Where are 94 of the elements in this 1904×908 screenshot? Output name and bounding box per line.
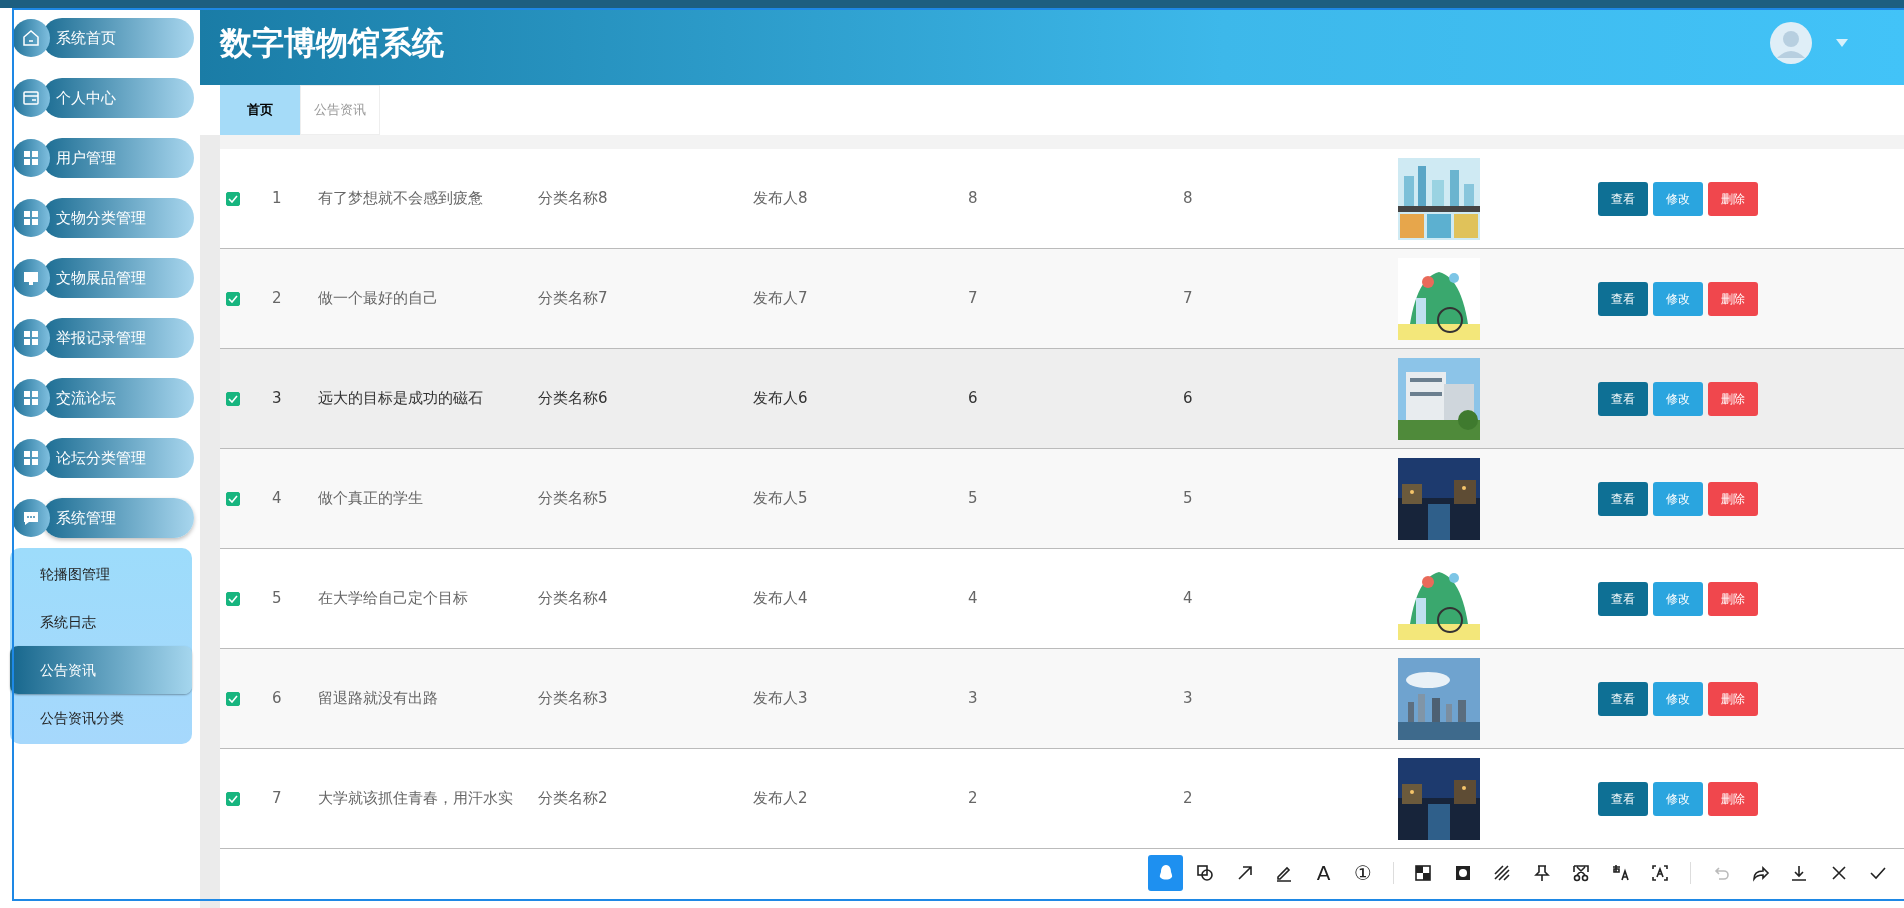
title-cell: 留退路就没有出路 <box>318 689 438 708</box>
row-number: 3 <box>272 389 282 408</box>
submenu-item[interactable]: 系统日志 <box>10 598 192 646</box>
translate-icon <box>1610 863 1631 883</box>
home-icon <box>21 28 41 48</box>
count-cell: 7 <box>1183 289 1193 308</box>
delete-button[interactable]: 删除 <box>1708 681 1758 716</box>
grid-icon <box>21 448 41 468</box>
checkbox[interactable] <box>226 491 240 506</box>
category-cell: 分类名称2 <box>538 789 608 808</box>
title-cell: 远大的目标是成功的磁石 <box>318 389 483 408</box>
view-button[interactable]: 查看 <box>1598 181 1648 216</box>
row-number: 1 <box>272 189 282 208</box>
view-button[interactable]: 查看 <box>1598 781 1648 816</box>
tab[interactable]: 首页 <box>220 85 300 135</box>
count-cell: 7 <box>968 289 978 308</box>
publisher-cell: 发布人8 <box>753 189 808 208</box>
edit-button[interactable]: 修改 <box>1653 481 1703 516</box>
view-button[interactable]: 查看 <box>1598 381 1648 416</box>
text-tool-button[interactable]: ① <box>1345 855 1381 891</box>
redo-icon <box>1750 863 1771 883</box>
count-cell: 3 <box>1183 689 1193 708</box>
submenu-item[interactable]: 公告资讯分类 <box>10 694 192 742</box>
scissors-icon <box>1571 863 1592 883</box>
row-number: 2 <box>272 289 282 308</box>
checkbox[interactable] <box>226 391 240 406</box>
category-cell: 分类名称7 <box>538 289 608 308</box>
edit-button[interactable]: 修改 <box>1653 581 1703 616</box>
mosaic-icon <box>1413 863 1434 883</box>
count-cell: 2 <box>968 789 978 808</box>
count-cell: 6 <box>968 389 978 408</box>
title-cell: 做个真正的学生 <box>318 489 423 508</box>
delete-button[interactable]: 删除 <box>1708 381 1758 416</box>
pin-icon <box>1531 863 1552 883</box>
count-cell: 3 <box>968 689 978 708</box>
row-number: 5 <box>272 589 282 608</box>
view-button[interactable]: 查看 <box>1598 481 1648 516</box>
row-number: 6 <box>272 689 282 708</box>
delete-button[interactable]: 删除 <box>1708 181 1758 216</box>
edit-button[interactable]: 修改 <box>1653 281 1703 316</box>
title-cell: 有了梦想就不会感到疲惫 <box>318 189 483 208</box>
edit-button[interactable]: 修改 <box>1653 781 1703 816</box>
delete-button[interactable]: 删除 <box>1708 281 1758 316</box>
category-cell: 分类名称5 <box>538 489 608 508</box>
publisher-cell: 发布人3 <box>753 689 808 708</box>
view-button[interactable]: 查看 <box>1598 281 1648 316</box>
publisher-cell: 发布人5 <box>753 489 808 508</box>
submenu-item[interactable]: 公告资讯 <box>10 646 192 694</box>
grid-icon <box>21 328 41 348</box>
count-cell: 5 <box>1183 489 1193 508</box>
app-title: 数字博物馆系统 <box>220 22 444 64</box>
count-cell: 5 <box>968 489 978 508</box>
delete-button[interactable]: 删除 <box>1708 581 1758 616</box>
category-cell: 分类名称8 <box>538 189 608 208</box>
edit-button[interactable]: 修改 <box>1653 381 1703 416</box>
grid-icon <box>21 388 41 408</box>
publisher-cell: 发布人4 <box>753 589 808 608</box>
count-cell: 8 <box>1183 189 1193 208</box>
edit-button[interactable]: 修改 <box>1653 181 1703 216</box>
checkbox[interactable] <box>226 691 240 706</box>
row-number: 4 <box>272 489 282 508</box>
view-button[interactable]: 查看 <box>1598 581 1648 616</box>
category-cell: 分类名称6 <box>538 389 608 408</box>
publisher-cell: 发布人7 <box>753 289 808 308</box>
delete-button[interactable]: 删除 <box>1708 481 1758 516</box>
grid-icon <box>21 208 41 228</box>
grid-icon <box>21 148 41 168</box>
title-cell: 大学就该抓住青春，用汗水实 <box>318 789 513 808</box>
shapes-icon <box>1195 863 1216 883</box>
hatching-icon <box>1492 863 1513 883</box>
count-cell: 4 <box>1183 589 1193 608</box>
publisher-cell: 发布人6 <box>753 389 808 408</box>
delete-button[interactable]: 删除 <box>1708 781 1758 816</box>
publisher-cell: 发布人2 <box>753 789 808 808</box>
checkbox[interactable] <box>226 791 240 806</box>
title-cell: 做一个最好的自己 <box>318 289 438 308</box>
checkbox[interactable] <box>226 291 240 306</box>
submenu-item[interactable]: 轮播图管理 <box>10 550 192 598</box>
view-button[interactable]: 查看 <box>1598 681 1648 716</box>
edit-button[interactable]: 修改 <box>1653 681 1703 716</box>
checkbox[interactable] <box>226 591 240 606</box>
text-tool-button[interactable]: A <box>1305 855 1342 891</box>
card-icon <box>21 88 41 108</box>
ocr-icon <box>1650 863 1671 883</box>
count-cell: 2 <box>1183 789 1193 808</box>
count-cell: 4 <box>968 589 978 608</box>
row-number: 7 <box>272 789 282 808</box>
count-cell: 8 <box>968 189 978 208</box>
tab[interactable]: 公告资讯 <box>300 85 380 135</box>
checkbox[interactable] <box>226 191 240 206</box>
title-cell: 在大学给自己定个目标 <box>318 589 468 608</box>
count-cell: 6 <box>1183 389 1193 408</box>
category-cell: 分类名称4 <box>538 589 608 608</box>
category-cell: 分类名称3 <box>538 689 608 708</box>
